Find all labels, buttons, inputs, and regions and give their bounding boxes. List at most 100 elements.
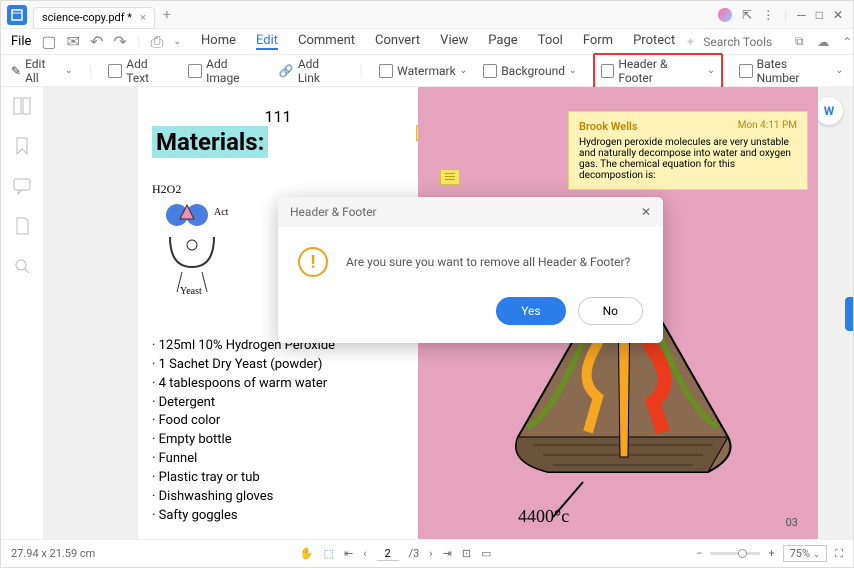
left-rail bbox=[1, 87, 43, 539]
workspace: W 111 Materials: H2O2 Yeast Act bbox=[1, 87, 853, 539]
ai-icon[interactable] bbox=[718, 8, 732, 22]
background-icon bbox=[483, 64, 497, 78]
zoom-value[interactable]: 75% ⌄ bbox=[783, 545, 828, 562]
print-icon[interactable]: ⎙ bbox=[151, 34, 164, 50]
confirm-dialog: Header & Footer ✕ ! Are you sure you wan… bbox=[278, 197, 663, 343]
menu-comment[interactable]: Comment bbox=[298, 33, 355, 50]
ribbon: ✎Edit All⌄ | Add Text Add Image 🔗Add Lin… bbox=[1, 55, 853, 87]
bates-icon bbox=[739, 64, 753, 78]
temperature-label: 4400°c bbox=[518, 506, 569, 527]
edit-all-button[interactable]: ✎Edit All⌄ bbox=[11, 57, 73, 85]
watermark-icon bbox=[379, 64, 393, 78]
select-tool-icon[interactable]: ⬚ bbox=[324, 547, 334, 560]
share-icon[interactable]: ⇱ bbox=[742, 8, 752, 22]
cloud-icon[interactable]: ☁ bbox=[815, 34, 831, 50]
close-icon[interactable]: ✕ bbox=[833, 8, 843, 22]
page-total: /3 bbox=[409, 547, 420, 560]
fullscreen-icon[interactable]: ⛶ bbox=[835, 547, 843, 561]
annotations-icon[interactable] bbox=[13, 177, 31, 199]
add-link-button[interactable]: 🔗Add Link bbox=[279, 57, 343, 85]
h2o2-label: H2O2 bbox=[152, 182, 404, 197]
menu-home[interactable]: Home bbox=[201, 33, 236, 50]
list-item: Empty bottle bbox=[152, 431, 404, 450]
link-icon: 🔗 bbox=[279, 64, 294, 78]
next-page-icon[interactable]: › bbox=[429, 547, 432, 560]
search-panel-icon[interactable] bbox=[13, 257, 31, 279]
list-item: Plastic tray or tub bbox=[152, 469, 404, 488]
zoom-in-icon[interactable]: + bbox=[768, 547, 774, 560]
last-page-icon[interactable]: ⇥ bbox=[443, 547, 452, 560]
pencil-icon: ✎ bbox=[11, 64, 21, 78]
file-menu[interactable]: File bbox=[11, 34, 31, 49]
comment-author: Brook Wells bbox=[579, 120, 638, 133]
dialog-title: Header & Footer bbox=[290, 205, 377, 219]
add-text-button[interactable]: Add Text bbox=[108, 57, 172, 85]
bates-number-button[interactable]: Bates Number⌄ bbox=[739, 57, 843, 85]
comment-text: Hydrogen peroxide molecules are very uns… bbox=[579, 137, 797, 181]
tab-add-icon[interactable]: + bbox=[163, 7, 171, 23]
dialog-close-icon[interactable]: ✕ bbox=[641, 205, 651, 219]
text-icon bbox=[108, 64, 122, 78]
yeast-caption: Yeast bbox=[180, 286, 202, 297]
statusbar: 27.94 x 21.59 cm ✋ ⬚ ⇤ ‹ /3 › ⇥ ⊡ ▭ − + … bbox=[1, 539, 853, 567]
page-input[interactable] bbox=[377, 547, 399, 561]
titlebar: science-copy.pdf * × + ⇱ ⋮ | ─ □ ✕ bbox=[1, 1, 853, 29]
comment-time: Mon 4:11 PM bbox=[738, 120, 797, 133]
materials-list: 125ml 10% Hydrogen Peroxide1 Sachet Dry … bbox=[152, 337, 404, 525]
no-button[interactable]: No bbox=[578, 297, 643, 325]
maximize-icon[interactable]: □ bbox=[816, 8, 823, 22]
word-badge-icon[interactable]: W bbox=[815, 97, 843, 125]
image-icon bbox=[188, 64, 202, 78]
comment-box: Brook Wells Mon 4:11 PM Hydrogen peroxid… bbox=[568, 111, 808, 190]
menu-page[interactable]: Page bbox=[488, 33, 517, 50]
tab-close-icon[interactable]: × bbox=[140, 11, 146, 24]
list-item: Dishwashing gloves bbox=[152, 488, 404, 507]
sparkle-icon[interactable]: ✦ bbox=[685, 35, 695, 49]
list-item: Food color bbox=[152, 412, 404, 431]
menu-form[interactable]: Form bbox=[583, 33, 613, 50]
sticky-note-icon-2[interactable] bbox=[440, 169, 460, 185]
bookmarks-icon[interactable] bbox=[13, 137, 31, 159]
scrollbar-handle[interactable] bbox=[845, 297, 853, 331]
open-external-icon[interactable]: ⧉ bbox=[791, 34, 807, 50]
menu-edit[interactable]: Edit bbox=[256, 33, 278, 50]
document-tab[interactable]: science-copy.pdf * × bbox=[33, 7, 155, 29]
yes-button[interactable]: Yes bbox=[496, 297, 565, 325]
app-icon bbox=[7, 5, 27, 25]
materials-title: Materials: bbox=[152, 126, 268, 158]
kebab-icon[interactable]: ⋮ bbox=[762, 8, 774, 22]
menu-protect[interactable]: Protect bbox=[633, 33, 675, 50]
menu-view[interactable]: View bbox=[440, 33, 468, 50]
save-icon[interactable]: ▢ bbox=[41, 34, 56, 50]
first-page-icon[interactable]: ⇤ bbox=[344, 547, 353, 560]
hand-tool-icon[interactable]: ✋ bbox=[300, 547, 314, 560]
canvas: W 111 Materials: H2O2 Yeast Act bbox=[43, 87, 853, 539]
thumbnails-icon[interactable] bbox=[13, 97, 31, 119]
print-dropdown-icon[interactable]: ⌄ bbox=[173, 37, 181, 47]
list-item: 4 tablespoons of warm water bbox=[152, 375, 404, 394]
menu-tool[interactable]: Tool bbox=[538, 33, 563, 50]
footer-page-number: 03 bbox=[786, 516, 798, 529]
header-footer-button[interactable]: Header & Footer⌄ bbox=[593, 53, 723, 89]
zoom-out-icon[interactable]: − bbox=[696, 547, 702, 560]
prev-page-icon[interactable]: ‹ bbox=[363, 547, 366, 560]
list-item: 1 Sachet Dry Yeast (powder) bbox=[152, 356, 404, 375]
page-dimensions: 27.94 x 21.59 cm bbox=[11, 547, 95, 560]
watermark-button[interactable]: Watermark⌄ bbox=[379, 64, 467, 78]
collapse-ribbon-icon[interactable]: ⌃ bbox=[839, 34, 854, 50]
menu-convert[interactable]: Convert bbox=[375, 33, 420, 50]
redo-icon[interactable]: ↷ bbox=[113, 34, 126, 50]
fit-page-icon[interactable]: ▭ bbox=[481, 547, 491, 560]
search-input[interactable] bbox=[703, 35, 783, 49]
background-button[interactable]: Background⌄ bbox=[483, 64, 576, 78]
minimize-icon[interactable]: ─ bbox=[797, 8, 806, 22]
fit-width-icon[interactable]: ⊡ bbox=[462, 547, 471, 560]
zoom-slider[interactable] bbox=[710, 552, 760, 555]
list-item: Safty goggles bbox=[152, 507, 404, 526]
undo-icon[interactable]: ↶ bbox=[90, 34, 103, 50]
attachments-icon[interactable] bbox=[13, 217, 31, 239]
list-item: Funnel bbox=[152, 450, 404, 469]
warning-icon: ! bbox=[298, 247, 328, 277]
mail-icon[interactable]: ✉ bbox=[67, 34, 80, 50]
add-image-button[interactable]: Add Image bbox=[188, 57, 263, 85]
